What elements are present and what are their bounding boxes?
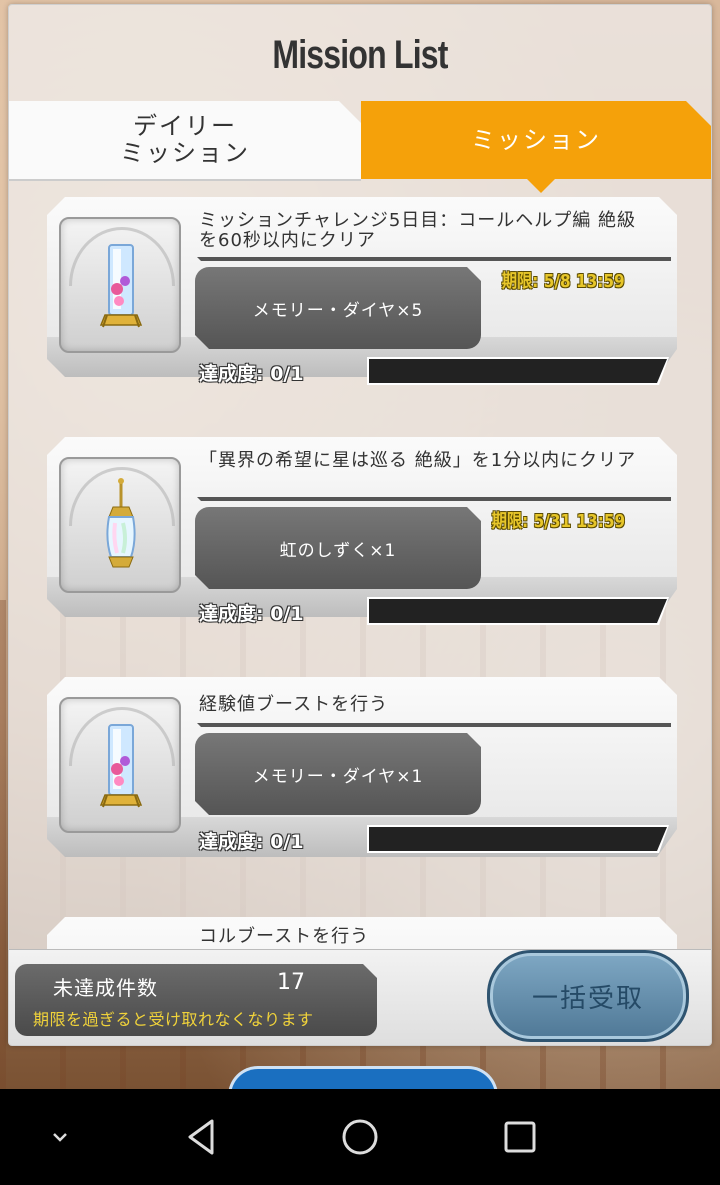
mission-card[interactable]: 経験値ブーストを行う メモリー・ダイヤ×1 達成度: 0/1 <box>47 677 677 857</box>
reward-icon-frame <box>59 217 181 353</box>
mission-title: コルブーストを行う <box>199 926 370 947</box>
mission-title: 経験値ブーストを行う <box>199 694 389 715</box>
progress-label: 達成度: 0/1 <box>199 603 304 625</box>
deadline-label: 期限: 5/8 13:59 <box>502 271 625 292</box>
android-navigation-bar <box>0 1089 720 1185</box>
reward-icon-frame <box>59 457 181 593</box>
tab-daily-label-line1: デイリー <box>133 112 237 140</box>
pending-count-label: 未達成件数 <box>53 976 158 1000</box>
mission-footer: 未達成件数 17 期限を過ぎると受け取れなくなります 一括受取 <box>9 949 711 1045</box>
back-triangle-icon <box>188 1119 214 1155</box>
mission-panel: Mission List デイリー ミッション ミッション ミッションチャレンジ… <box>8 4 712 1046</box>
nav-collapse-button[interactable] <box>36 1113 84 1161</box>
reward-label: メモリー・ダイヤ×5 <box>195 267 481 349</box>
expiry-note: 期限を過ぎると受け取れなくなります <box>33 1010 314 1029</box>
reward-label: 虹のしずく×1 <box>195 507 481 589</box>
progress-bar <box>367 597 669 625</box>
mission-title-underline <box>197 723 671 727</box>
chevron-down-icon <box>53 1133 67 1142</box>
mission-title: ミッションチャレンジ5日目：コールヘルプ編 絶級を60秒以内にクリア <box>199 210 636 251</box>
progress-bar <box>367 825 669 853</box>
mission-title-underline <box>197 497 671 501</box>
memory-diamond-icon <box>99 724 143 808</box>
mission-card[interactable]: ミッションチャレンジ5日目：コールヘルプ編 絶級を60秒以内にクリア メモリー・… <box>47 197 677 385</box>
mission-card[interactable]: コルブーストを行う <box>47 917 677 949</box>
mission-list[interactable]: ミッションチャレンジ5日目：コールヘルプ編 絶級を60秒以内にクリア メモリー・… <box>9 183 711 949</box>
tab-daily-mission[interactable]: デイリー ミッション <box>9 101 361 181</box>
tab-daily-label-line2: ミッション <box>120 139 250 167</box>
tab-mission-label: ミッション <box>471 125 601 154</box>
mission-title-underline <box>197 257 671 261</box>
pending-count-value: 17 <box>277 970 305 995</box>
nav-recents-button[interactable] <box>496 1113 544 1161</box>
mission-card[interactable]: 「異界の希望に星は巡る 絶級」を1分以内にクリア 虹のしずく×1 期限: 5/3… <box>47 437 677 625</box>
progress-label: 達成度: 0/1 <box>199 363 304 385</box>
memory-diamond-icon <box>99 244 143 328</box>
recents-square-icon <box>504 1121 536 1153</box>
reward-icon-frame <box>59 697 181 833</box>
mission-title: 「異界の希望に星は巡る 絶級」を1分以内にクリア <box>199 450 637 471</box>
rainbow-drop-icon <box>106 478 136 568</box>
nav-home-button[interactable] <box>336 1113 384 1161</box>
page-title: Mission List <box>272 33 448 77</box>
bulk-receive-button[interactable]: 一括受取 <box>487 950 689 1042</box>
progress-label: 達成度: 0/1 <box>199 831 304 853</box>
reward-label: メモリー・ダイヤ×1 <box>195 733 481 815</box>
progress-bar <box>367 357 669 385</box>
tab-mission[interactable]: ミッション <box>361 101 711 179</box>
nav-back-button[interactable] <box>178 1113 226 1161</box>
pending-count-box: 未達成件数 17 期限を過ぎると受け取れなくなります <box>15 964 377 1036</box>
deadline-label: 期限: 5/31 13:59 <box>491 511 625 532</box>
home-circle-icon <box>342 1119 378 1155</box>
